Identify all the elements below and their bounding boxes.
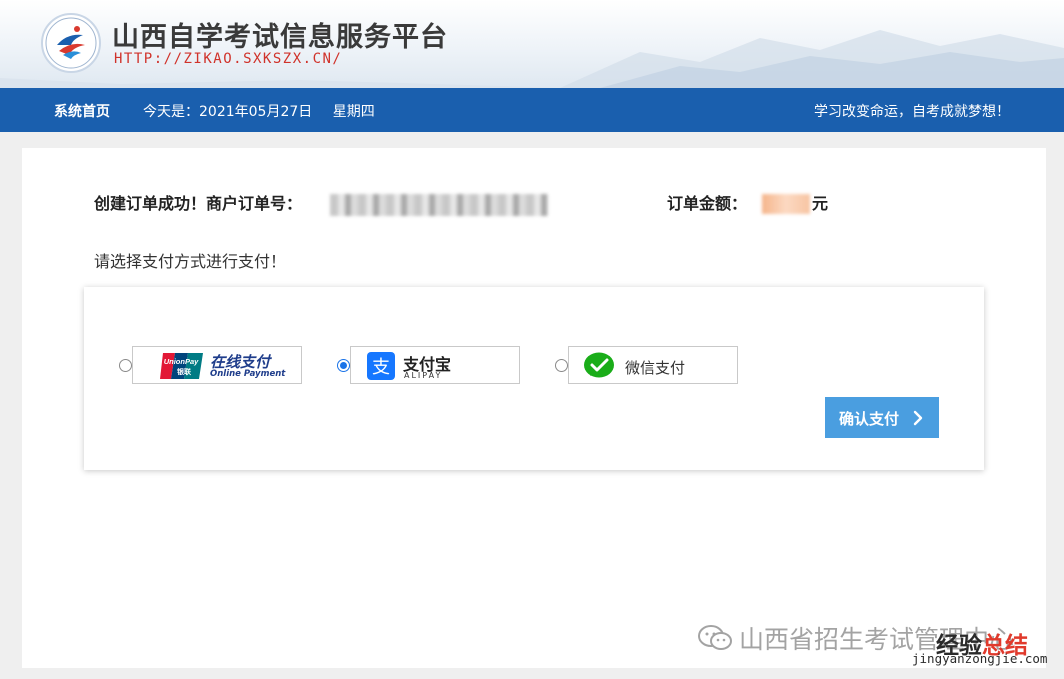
choose-payment-tip: 请选择支付方式进行支付！ xyxy=(94,252,287,271)
confirm-pay-button[interactable]: 确认支付 xyxy=(825,397,939,438)
alipay-subtitle: ALIPAY xyxy=(404,371,443,380)
wechat-pay-logo-icon xyxy=(584,352,614,378)
alipay-logo-text: 支 xyxy=(372,357,390,378)
radio-alipay[interactable] xyxy=(337,359,350,372)
order-amount-unit: 元 xyxy=(812,194,829,213)
unionpay-logo-text: UnionPay xyxy=(164,357,199,366)
order-amount-redacted xyxy=(762,194,810,214)
order-number-redacted xyxy=(330,194,548,216)
nav-date-text: 今天是：2021年05月27日 xyxy=(143,104,313,120)
wechat-pay-name: 微信支付 xyxy=(625,359,686,377)
radio-wechat[interactable] xyxy=(555,359,568,372)
unionpay-logo-icon: UnionPay 银联 xyxy=(160,353,203,379)
nav-date: 今天是：2021年05月27日 星期四 xyxy=(143,101,375,121)
site-url[interactable]: HTTP://ZIKAO.SXKSZX.CN/ xyxy=(114,51,342,67)
navbar: 系统首页 今天是：2021年05月27日 星期四 学习改变命运，自考成就梦想！ xyxy=(0,88,1064,132)
pay-option-wechat[interactable]: 微信支付 xyxy=(568,346,738,384)
site-logo xyxy=(41,13,101,73)
header-banner: 山西自学考试信息服务平台 HTTP://ZIKAO.SXKSZX.CN/ xyxy=(0,0,1064,88)
unionpay-logo-sub: 银联 xyxy=(177,367,192,376)
nav-slogan: 学习改变命运，自考成就梦想！ xyxy=(814,104,1010,120)
wechat-icon xyxy=(698,625,732,650)
pay-option-unionpay[interactable]: UnionPay 银联 在线支付 Online Payment xyxy=(132,346,302,384)
site-title: 山西自学考试信息服务平台 xyxy=(112,22,448,53)
confirm-pay-label: 确认支付 xyxy=(839,411,900,428)
radio-unionpay[interactable] xyxy=(119,359,132,372)
order-amount-label: 订单金额： xyxy=(667,194,748,213)
alipay-logo-icon: 支 xyxy=(367,352,395,380)
site-watermark-url: jingyanzongjie.com xyxy=(912,651,1048,666)
nav-home-link[interactable]: 系统首页 xyxy=(54,101,110,121)
pay-option-alipay[interactable]: 支 支付宝 ALIPAY xyxy=(350,346,520,384)
order-success-label: 创建订单成功！商户订单号： xyxy=(94,194,303,213)
payment-method-box: UnionPay 银联 在线支付 Online Payment 支 支付宝 AL… xyxy=(84,287,984,470)
exam-logo-icon xyxy=(45,17,97,69)
nav-weekday: 星期四 xyxy=(332,104,375,120)
unionpay-subtitle: Online Payment xyxy=(210,369,286,379)
order-panel: 创建订单成功！商户订单号： 订单金额： 元 请选择支付方式进行支付！ Union… xyxy=(22,148,1046,668)
chevron-right-icon xyxy=(913,410,923,426)
